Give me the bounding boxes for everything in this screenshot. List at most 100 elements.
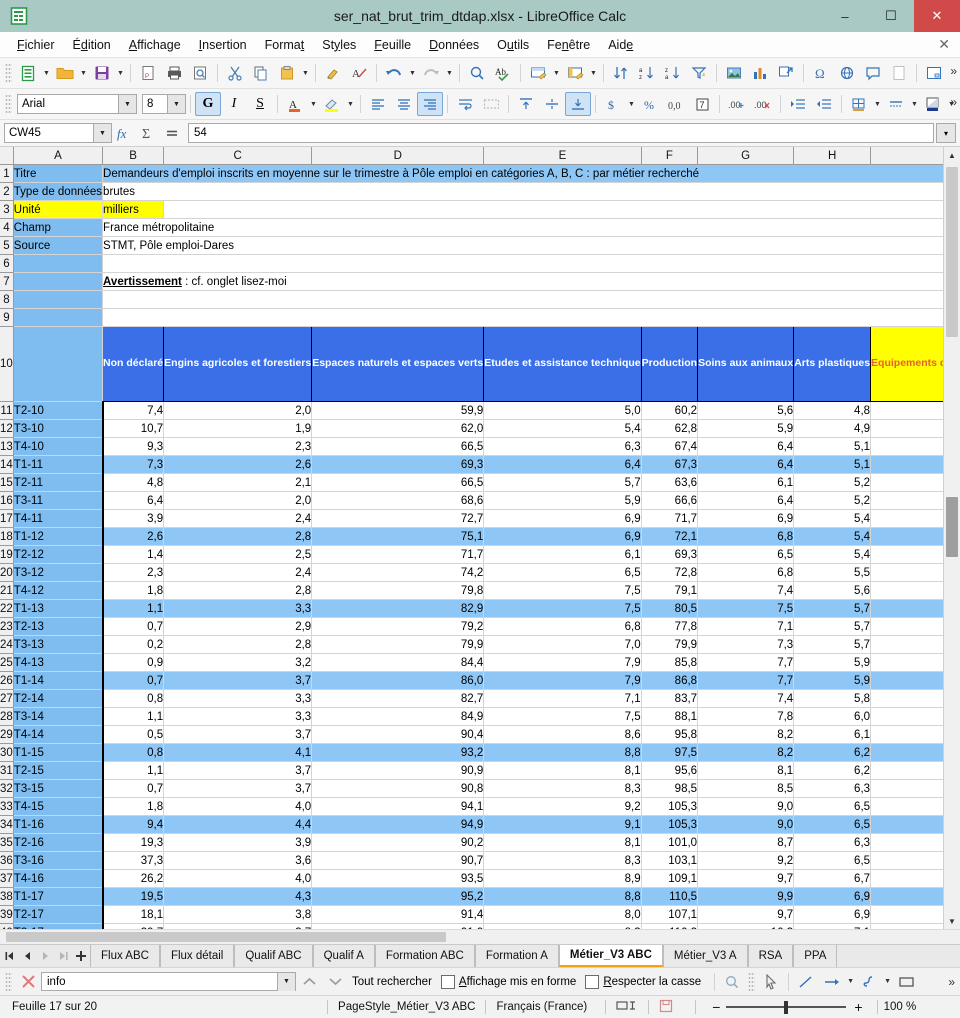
data-cell[interactable]: 5,1 <box>793 437 872 456</box>
open-file-dropdown-icon[interactable]: ▼ <box>78 61 89 85</box>
meta-label-cell[interactable] <box>13 272 104 291</box>
document-modified-icon[interactable] <box>659 999 673 1016</box>
data-cell[interactable]: 67,3 <box>641 455 699 474</box>
data-cell[interactable]: 74,2 <box>311 563 485 582</box>
borders-icon[interactable] <box>846 92 872 116</box>
data-cell[interactable]: 2,8 <box>163 581 313 600</box>
toolbar-grip[interactable] <box>5 94 12 114</box>
data-cell[interactable]: 4,4 <box>163 815 313 834</box>
horizontal-scrollbar-thumb[interactable] <box>6 932 446 942</box>
data-cell[interactable]: 4,1 <box>163 743 313 762</box>
data-cell[interactable]: 110,2 <box>641 923 699 929</box>
border-style-icon[interactable] <box>883 92 909 116</box>
data-cell[interactable]: 101,0 <box>641 833 699 852</box>
data-cell[interactable]: 4,3 <box>163 887 313 906</box>
special-character-icon[interactable]: Ω <box>808 61 834 85</box>
row-header[interactable]: 21 <box>0 581 14 600</box>
data-cell[interactable]: 94,9 <box>311 815 485 834</box>
column-title-cell[interactable]: Engins agricoles et forestiers <box>163 326 313 402</box>
data-cell[interactable]: 7,1 <box>697 617 795 636</box>
period-cell[interactable]: T4-15 <box>13 797 104 816</box>
find-replace-icon[interactable] <box>464 61 490 85</box>
meta-value-cell[interactable]: Demandeurs d'emploi inscrits en moyenne … <box>102 164 943 183</box>
data-cell[interactable]: 2,0 <box>163 401 313 420</box>
data-cell[interactable]: 23,6 <box>870 581 943 600</box>
data-cell[interactable]: 25,0 <box>870 725 943 744</box>
delete-decimal-icon[interactable]: .00 <box>750 92 776 116</box>
data-cell[interactable]: 8,7 <box>697 833 795 852</box>
menu-affichage[interactable]: Affichage <box>120 35 190 55</box>
data-cell[interactable]: 107,1 <box>641 905 699 924</box>
data-cell[interactable]: 5,2 <box>793 473 872 492</box>
background-color-icon[interactable] <box>920 92 946 116</box>
date-format-icon[interactable]: 7 <box>689 92 715 116</box>
align-left-icon[interactable] <box>365 92 391 116</box>
cut-icon[interactable] <box>222 61 248 85</box>
row-header[interactable]: 35 <box>0 833 14 852</box>
data-cell[interactable]: 72,8 <box>641 563 699 582</box>
header-corner-cell[interactable] <box>13 326 104 402</box>
data-cell[interactable]: 3,3 <box>163 689 313 708</box>
data-cell[interactable]: 6,2 <box>793 743 872 762</box>
data-cell[interactable]: 5,9 <box>697 419 795 438</box>
data-cell[interactable]: 19,5 <box>102 887 165 906</box>
save-icon[interactable] <box>89 61 115 85</box>
paste-dropdown-icon[interactable]: ▼ <box>300 61 311 85</box>
data-cell[interactable]: 6,4 <box>102 491 165 510</box>
font-size-input[interactable]: 8 ▼ <box>142 94 186 114</box>
data-cell[interactable]: 0,5 <box>102 725 165 744</box>
data-cell[interactable]: 6,9 <box>793 905 872 924</box>
data-cell[interactable]: 2,3 <box>102 563 165 582</box>
zoom-slider[interactable] <box>726 1000 847 1014</box>
data-cell[interactable]: 79,9 <box>311 635 485 654</box>
increase-indent-icon[interactable] <box>785 92 811 116</box>
row-header[interactable]: 5 <box>0 236 14 255</box>
data-cell[interactable]: 0,8 <box>102 743 165 762</box>
data-cell[interactable]: 66,5 <box>311 437 485 456</box>
font-name-dropdown-icon[interactable]: ▼ <box>118 95 136 113</box>
data-cell[interactable]: 21,8 <box>870 491 943 510</box>
data-cell[interactable]: 105,3 <box>641 797 699 816</box>
row-header[interactable]: 20 <box>0 563 14 582</box>
row-header[interactable]: 24 <box>0 635 14 654</box>
data-cell[interactable]: 6,3 <box>793 833 872 852</box>
period-cell[interactable]: T4-10 <box>13 437 104 456</box>
row-header[interactable]: 10 <box>0 326 14 402</box>
data-cell[interactable]: 90,2 <box>311 833 485 852</box>
menu-fichier[interactable]: Fichier <box>8 35 64 55</box>
currency-format-icon[interactable]: $ <box>600 92 626 116</box>
data-cell[interactable]: 5,7 <box>793 617 872 636</box>
insert-curve-icon[interactable] <box>856 970 882 994</box>
comment-icon[interactable] <box>860 61 886 85</box>
data-cell[interactable]: 26,2 <box>102 869 165 888</box>
add-decimal-icon[interactable]: .00 <box>724 92 750 116</box>
insert-rectangle-icon[interactable] <box>893 970 919 994</box>
data-cell[interactable]: 6,5 <box>793 797 872 816</box>
data-cell[interactable]: 10,3 <box>697 923 795 929</box>
meta-label-cell[interactable]: Titre <box>13 164 104 183</box>
period-cell[interactable]: T4-14 <box>13 725 104 744</box>
formatted-display-checkbox[interactable] <box>440 974 455 989</box>
column-header-B[interactable]: B <box>102 147 165 165</box>
period-cell[interactable]: T1-11 <box>13 455 104 474</box>
insert-image-icon[interactable] <box>721 61 747 85</box>
data-cell[interactable]: 9,3 <box>102 437 165 456</box>
period-cell[interactable]: T4-11 <box>13 509 104 528</box>
first-sheet-icon[interactable] <box>0 945 18 967</box>
row-header[interactable]: 38 <box>0 887 14 906</box>
data-cell[interactable]: 21,5 <box>870 401 943 420</box>
data-cell[interactable]: 22,0 <box>870 455 943 474</box>
print-preview-icon[interactable] <box>187 61 213 85</box>
data-cell[interactable]: 71,7 <box>311 545 485 564</box>
data-cell[interactable]: 67,4 <box>641 437 699 456</box>
freeze-panes-icon[interactable] <box>921 61 947 85</box>
data-cell[interactable]: 83,7 <box>641 689 699 708</box>
data-cell[interactable]: 86,0 <box>311 671 485 690</box>
column-title-cell[interactable]: Etudes et assistance technique <box>483 326 642 402</box>
data-cell[interactable]: 6,8 <box>697 563 795 582</box>
formula-equals-icon[interactable] <box>160 122 184 144</box>
save-dropdown-icon[interactable]: ▼ <box>115 61 126 85</box>
minimize-button[interactable]: – <box>822 0 868 32</box>
period-cell[interactable]: T1-13 <box>13 599 104 618</box>
maximize-button[interactable]: ☐ <box>868 0 914 32</box>
